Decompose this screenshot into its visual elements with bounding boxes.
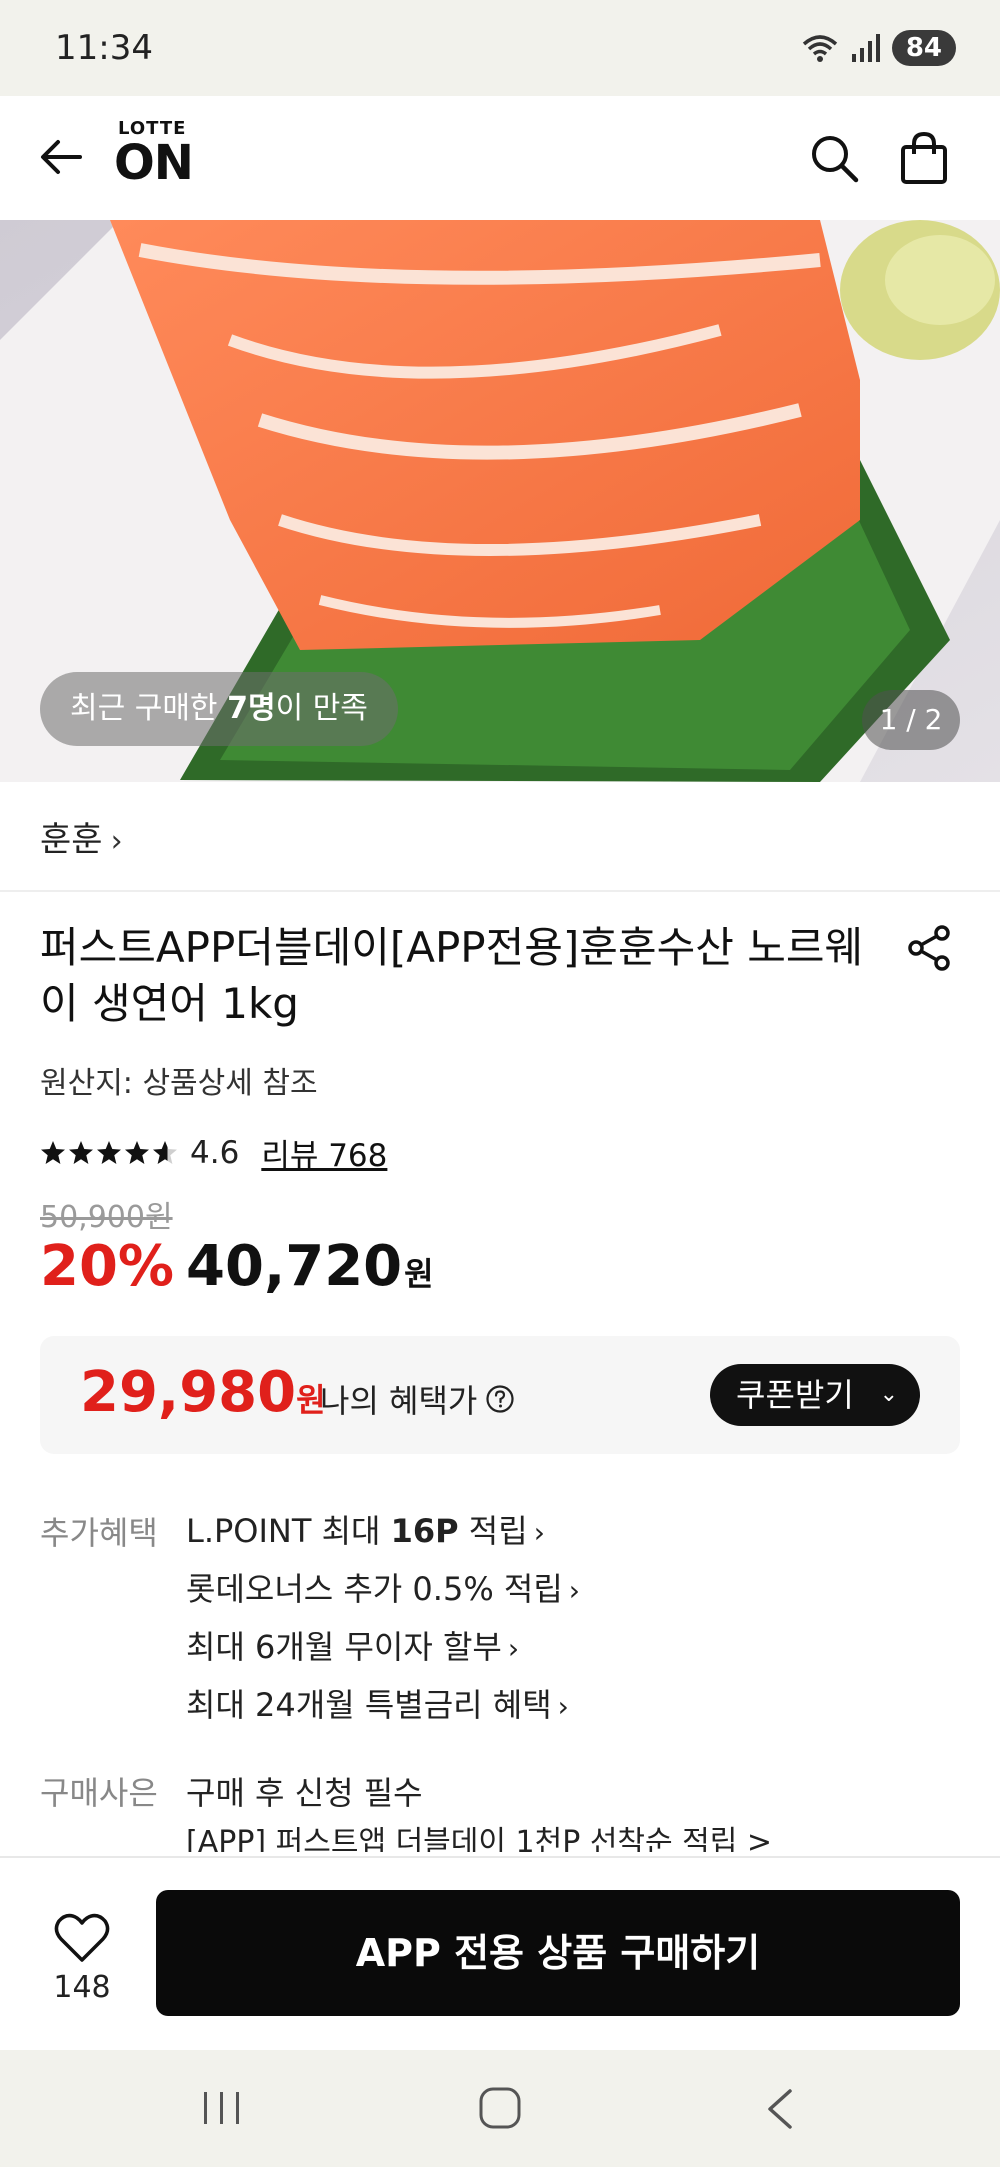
wish-count: 148: [53, 1970, 111, 2005]
benefit-label: 나의 혜택가: [320, 1376, 515, 1422]
chevron-right-icon: ›: [110, 824, 123, 859]
benefit-item-text: L.POINT 최대: [186, 1512, 391, 1550]
purchase-gift-heading: 구매사은: [40, 1774, 158, 1812]
battery-badge: 84: [891, 30, 956, 66]
search-icon[interactable]: [808, 132, 860, 184]
product-title: 퍼스트APP더블데이[APP전용]훈훈수산 노르웨이 생연어 1kg: [40, 923, 864, 1028]
chevron-right-icon: ›: [507, 1632, 520, 1665]
chevron-right-icon: ›: [533, 1516, 545, 1549]
benefit-item-suffix: 적립: [458, 1512, 528, 1550]
benefit-item-text: 최대 6개월 무이자 할부: [186, 1628, 502, 1666]
home-icon[interactable]: [478, 2086, 522, 2130]
buy-button[interactable]: APP 전용 상품 구매하기: [156, 1890, 960, 2016]
system-nav-bar: [0, 2050, 1000, 2167]
share-icon[interactable]: [906, 924, 954, 972]
price-row: 20% 40,720 원: [40, 1234, 434, 1299]
star-icon: [153, 1140, 177, 1164]
benefit-label-text: 나의 혜택가: [320, 1382, 478, 1420]
product-image-carousel[interactable]: 최근 구매한 7명이 만족 1 / 2: [0, 220, 1000, 782]
status-time: 11:34: [55, 28, 153, 68]
store-name: 훈훈: [40, 820, 103, 860]
badge-suffix: 이 만족: [275, 691, 368, 726]
purchase-gift-event[interactable]: [APP] 퍼스트앱 더블데이 1천P 선착순 적립 >: [186, 1826, 772, 1852]
badge-count: 7명: [227, 691, 276, 726]
discount-rate: 20%: [40, 1234, 175, 1299]
question-circle-icon[interactable]: [485, 1384, 515, 1414]
satisfaction-badge: 최근 구매한 7명이 만족: [40, 672, 398, 746]
benefit-item-text: 롯데오너스 추가 0.5% 적립: [186, 1570, 563, 1608]
benefit-item[interactable]: 최대 24개월 특별금리 혜택 ›: [186, 1676, 580, 1734]
benefit-item[interactable]: 최대 6개월 무이자 할부 ›: [186, 1618, 580, 1676]
purchase-gift-value: 구매 후 신청 필수: [186, 1774, 423, 1812]
logo-main: ON: [114, 135, 194, 191]
benefit-price: 29,980원: [80, 1362, 326, 1431]
rating-value: 4.6: [190, 1134, 240, 1171]
benefit-price-value: 29,980: [80, 1360, 297, 1425]
rating-row: 4.6 리뷰 768: [40, 1130, 387, 1175]
origin-text: 원산지: 상품상세 참조: [40, 1066, 318, 1101]
heart-icon: [54, 1913, 110, 1962]
app-header: LOTTE ON: [0, 96, 1000, 220]
recent-apps-icon[interactable]: [200, 2090, 244, 2126]
price-currency: 원: [404, 1255, 434, 1293]
status-bar: 11:34 84: [0, 0, 1000, 96]
wishlist-button[interactable]: 148: [46, 1912, 118, 2005]
benefit-price-box: 29,980원 나의 혜택가 쿠폰받기 ⌄: [40, 1336, 960, 1454]
sale-price: 40,720: [186, 1234, 403, 1299]
store-link[interactable]: 훈훈 ›: [40, 812, 123, 861]
benefit-item-text: 최대 24개월 특별금리 혜택: [186, 1686, 552, 1724]
extra-benefits-list: L.POINT 최대 16P 적립 › 롯데오너스 추가 0.5% 적립 › 최대 …: [186, 1502, 580, 1734]
badge-prefix: 최근 구매한: [70, 691, 228, 726]
system-back-icon[interactable]: [762, 2088, 798, 2130]
arrow-left-icon[interactable]: [36, 132, 86, 182]
review-link[interactable]: 리뷰 768: [261, 1130, 387, 1175]
star-icon: [125, 1140, 149, 1164]
extra-benefits-heading: 추가혜택: [40, 1514, 158, 1552]
benefit-item[interactable]: L.POINT 최대 16P 적립 ›: [186, 1502, 580, 1560]
chevron-right-icon: ›: [568, 1574, 580, 1607]
original-price: 50,900원: [40, 1200, 173, 1235]
image-pager: 1 / 2: [862, 690, 960, 750]
benefit-item[interactable]: 롯데오너스 추가 0.5% 적립 ›: [186, 1560, 580, 1618]
star-icon: [69, 1140, 93, 1164]
wifi-icon: [802, 35, 837, 62]
status-icons: 84: [800, 30, 956, 66]
shopping-bag-icon[interactable]: [898, 130, 950, 186]
signal-icon: [851, 34, 880, 62]
bottom-action-bar: 148 APP 전용 상품 구매하기: [0, 1856, 1000, 2050]
chevron-right-icon: ›: [557, 1690, 569, 1723]
benefit-item-bold: 16P: [390, 1512, 459, 1550]
lotte-on-logo[interactable]: LOTTE ON: [114, 120, 194, 191]
star-icon: [41, 1140, 65, 1164]
coupon-button[interactable]: 쿠폰받기 ⌄: [710, 1364, 920, 1426]
rating-stars: [40, 1140, 178, 1166]
store-row[interactable]: 훈훈 ›: [0, 782, 1000, 892]
chevron-down-icon: ⌄: [879, 1382, 898, 1407]
coupon-button-label: 쿠폰받기: [736, 1376, 854, 1414]
star-icon: [97, 1140, 121, 1164]
